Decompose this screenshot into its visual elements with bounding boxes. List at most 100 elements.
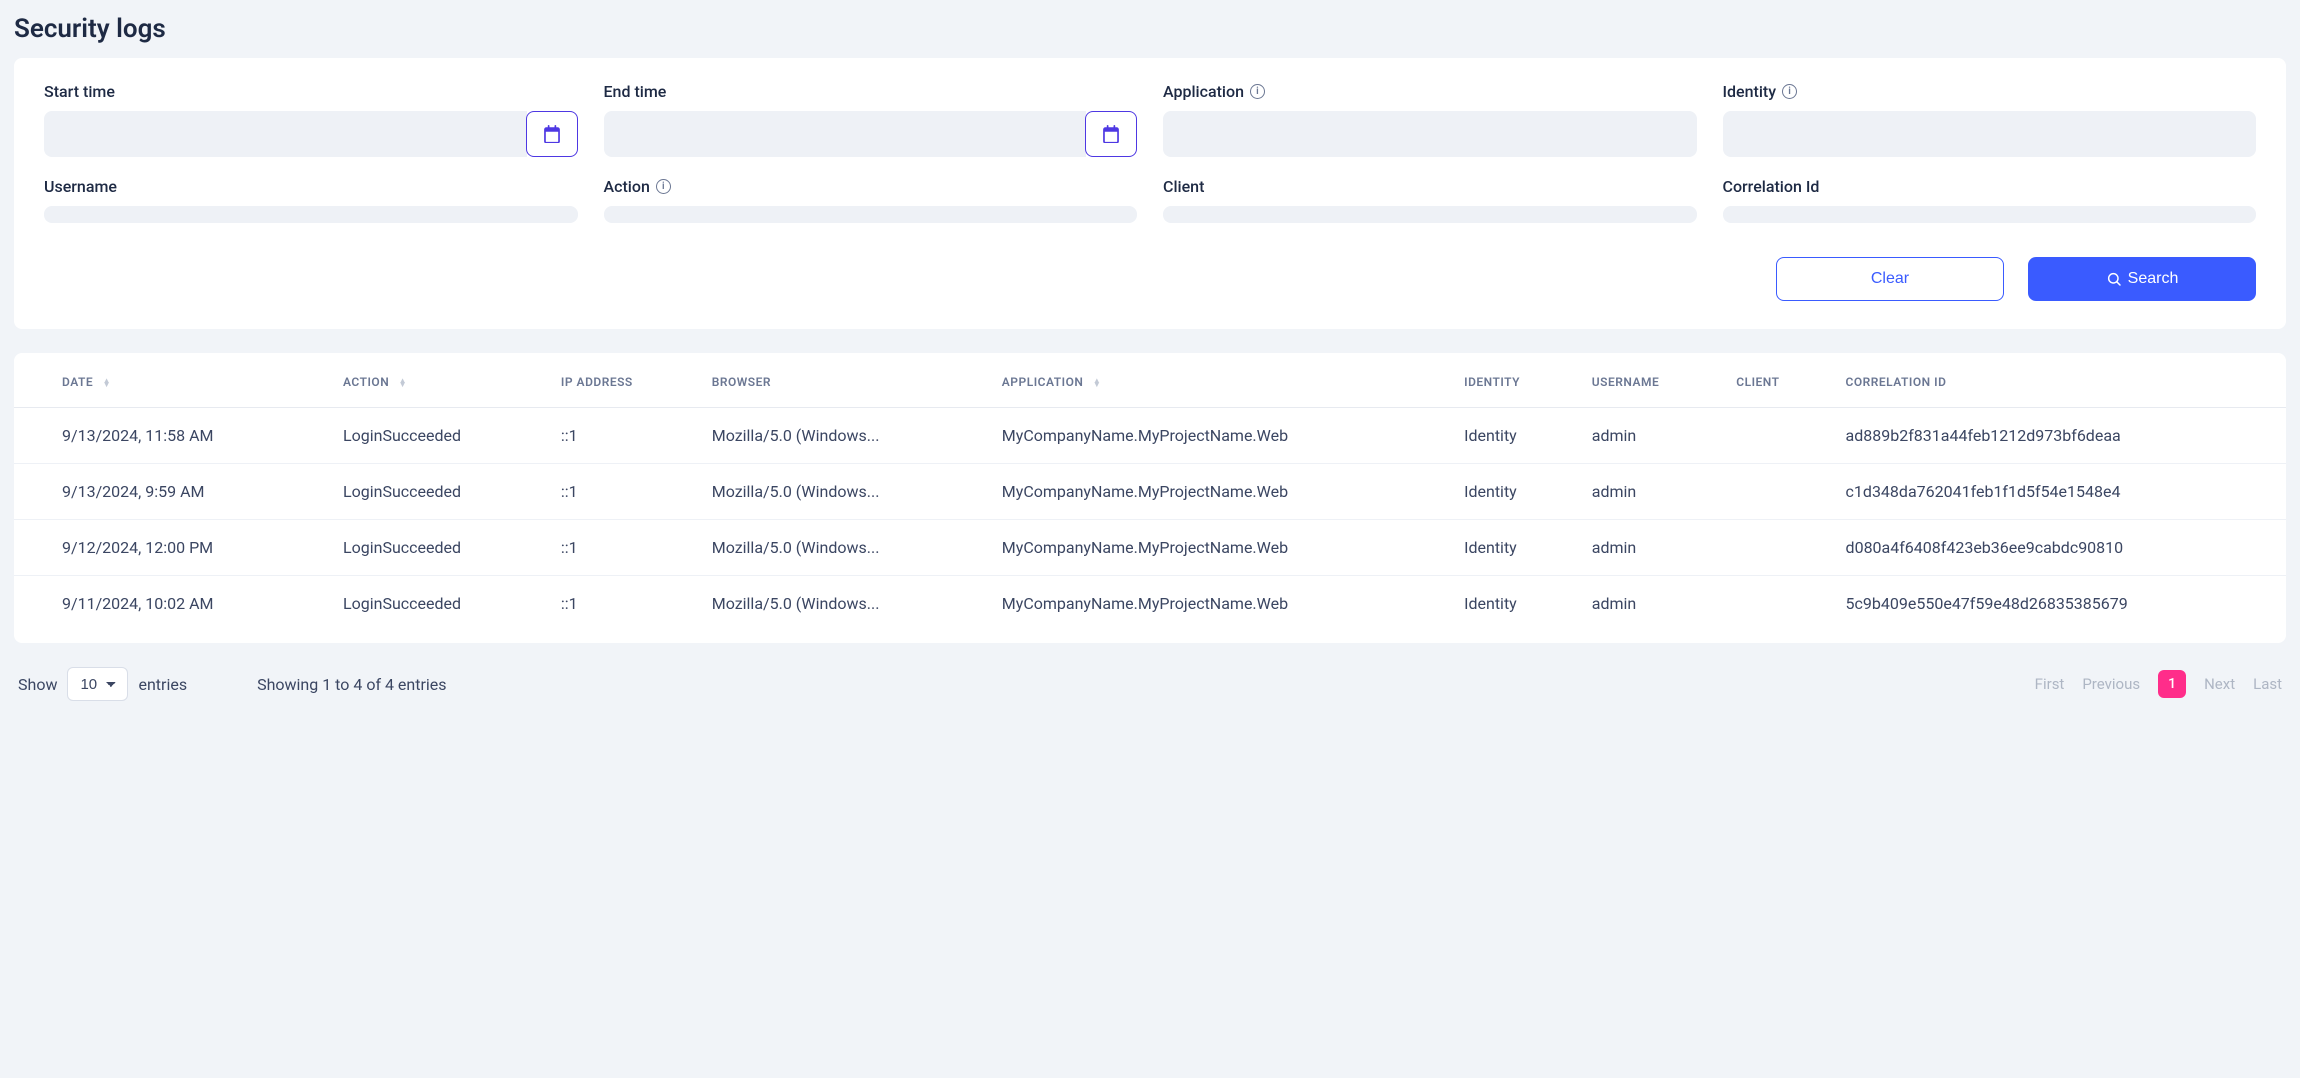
- clear-button[interactable]: Clear: [1776, 257, 2004, 301]
- cell-date: 9/13/2024, 11:58 AM: [14, 408, 327, 464]
- table-row: 9/12/2024, 12:00 PMLoginSucceeded::1Mozi…: [14, 520, 2286, 576]
- sort-icon: ▲▼: [103, 379, 111, 387]
- showing-text: Showing 1 to 4 of 4 entries: [257, 675, 446, 694]
- filters-card: Start time End time: [14, 58, 2286, 329]
- correlation-id-input[interactable]: [1723, 206, 2257, 223]
- start-time-input[interactable]: [44, 111, 527, 157]
- cell-client: [1720, 464, 1829, 520]
- cell-username: admin: [1576, 464, 1720, 520]
- calendar-icon: [1102, 125, 1120, 143]
- end-time-label: End time: [604, 82, 1138, 101]
- cell-application: MyCompanyName.MyProjectName.Web: [986, 408, 1448, 464]
- start-time-calendar-button[interactable]: [526, 111, 578, 157]
- page-title: Security logs: [14, 14, 2286, 44]
- search-button[interactable]: Search: [2028, 257, 2256, 301]
- col-client: CLIENT: [1720, 353, 1829, 408]
- pager-last[interactable]: Last: [2253, 675, 2282, 693]
- cell-action: LoginSucceeded: [327, 520, 545, 576]
- cell-username: admin: [1576, 576, 1720, 632]
- cell-client: [1720, 576, 1829, 632]
- table-row: 9/11/2024, 10:02 AMLoginSucceeded::1Mozi…: [14, 576, 2286, 632]
- col-ip-address: IP ADDRESS: [545, 353, 696, 408]
- col-action[interactable]: ACTION ▲▼: [327, 353, 545, 408]
- correlation-id-label: Correlation Id: [1723, 177, 2257, 196]
- client-label: Client: [1163, 177, 1697, 196]
- end-time-calendar-button[interactable]: [1085, 111, 1137, 157]
- pager-previous[interactable]: Previous: [2082, 675, 2140, 693]
- cell-client: [1720, 408, 1829, 464]
- page-size-select[interactable]: 10: [67, 667, 128, 701]
- cell-application: MyCompanyName.MyProjectName.Web: [986, 520, 1448, 576]
- action-input[interactable]: [604, 206, 1138, 223]
- cell-action: LoginSucceeded: [327, 464, 545, 520]
- client-input[interactable]: [1163, 206, 1697, 223]
- cell-ip: ::1: [545, 408, 696, 464]
- cell-username: admin: [1576, 520, 1720, 576]
- cell-identity: Identity: [1448, 408, 1576, 464]
- start-time-label: Start time: [44, 82, 578, 101]
- pager-current[interactable]: 1: [2158, 670, 2186, 698]
- filter-end-time: End time: [604, 82, 1138, 157]
- info-icon[interactable]: i: [656, 179, 671, 194]
- search-icon: [2106, 271, 2122, 287]
- filter-action: Action i: [604, 177, 1138, 223]
- entries-label: entries: [138, 675, 187, 694]
- cell-correlation: d080a4f6408f423eb36ee9cabdc90810: [1830, 520, 2286, 576]
- filter-identity: Identity i: [1723, 82, 2257, 157]
- filter-client: Client: [1163, 177, 1697, 223]
- action-label: Action i: [604, 177, 1138, 196]
- filter-start-time: Start time: [44, 82, 578, 157]
- col-correlation-id: CORRELATION ID: [1830, 353, 2286, 408]
- application-input[interactable]: [1163, 111, 1697, 157]
- cell-browser: Mozilla/5.0 (Windows...: [696, 576, 986, 632]
- cell-ip: ::1: [545, 576, 696, 632]
- cell-identity: Identity: [1448, 520, 1576, 576]
- cell-ip: ::1: [545, 464, 696, 520]
- pager-first[interactable]: First: [2035, 675, 2065, 693]
- cell-browser: Mozilla/5.0 (Windows...: [696, 520, 986, 576]
- security-logs-table: DATE ▲▼ ACTION ▲▼ IP ADDRESS BROWSER APP…: [14, 353, 2286, 631]
- username-label: Username: [44, 177, 578, 196]
- results-card: DATE ▲▼ ACTION ▲▼ IP ADDRESS BROWSER APP…: [14, 353, 2286, 643]
- info-icon[interactable]: i: [1250, 84, 1265, 99]
- table-row: 9/13/2024, 9:59 AMLoginSucceeded::1Mozil…: [14, 464, 2286, 520]
- cell-application: MyCompanyName.MyProjectName.Web: [986, 464, 1448, 520]
- table-row: 9/13/2024, 11:58 AMLoginSucceeded::1Mozi…: [14, 408, 2286, 464]
- filter-application: Application i: [1163, 82, 1697, 157]
- cell-identity: Identity: [1448, 576, 1576, 632]
- cell-ip: ::1: [545, 520, 696, 576]
- filter-username: Username: [44, 177, 578, 223]
- sort-icon: ▲▼: [399, 379, 407, 387]
- table-scroll-area[interactable]: DATE ▲▼ ACTION ▲▼ IP ADDRESS BROWSER APP…: [14, 353, 2286, 637]
- col-identity: IDENTITY: [1448, 353, 1576, 408]
- filter-correlation-id: Correlation Id: [1723, 177, 2257, 223]
- cell-username: admin: [1576, 408, 1720, 464]
- identity-label: Identity i: [1723, 82, 2257, 101]
- cell-action: LoginSucceeded: [327, 576, 545, 632]
- cell-client: [1720, 520, 1829, 576]
- col-username: USERNAME: [1576, 353, 1720, 408]
- pager-next[interactable]: Next: [2204, 675, 2235, 693]
- sort-icon: ▲▼: [1093, 379, 1101, 387]
- col-browser: BROWSER: [696, 353, 986, 408]
- cell-correlation: ad889b2f831a44feb1212d973bf6deaa: [1830, 408, 2286, 464]
- application-label: Application i: [1163, 82, 1697, 101]
- cell-correlation: 5c9b409e550e47f59e48d26835385679: [1830, 576, 2286, 632]
- cell-browser: Mozilla/5.0 (Windows...: [696, 408, 986, 464]
- cell-date: 9/12/2024, 12:00 PM: [14, 520, 327, 576]
- end-time-input[interactable]: [604, 111, 1087, 157]
- cell-application: MyCompanyName.MyProjectName.Web: [986, 576, 1448, 632]
- cell-date: 9/13/2024, 9:59 AM: [14, 464, 327, 520]
- cell-action: LoginSucceeded: [327, 408, 545, 464]
- cell-identity: Identity: [1448, 464, 1576, 520]
- pager: First Previous 1 Next Last: [2035, 670, 2282, 698]
- table-footer: Show 10 entries Showing 1 to 4 of 4 entr…: [14, 663, 2286, 705]
- identity-input[interactable]: [1723, 111, 2257, 157]
- info-icon[interactable]: i: [1782, 84, 1797, 99]
- username-input[interactable]: [44, 206, 578, 223]
- col-application[interactable]: APPLICATION ▲▼: [986, 353, 1448, 408]
- cell-browser: Mozilla/5.0 (Windows...: [696, 464, 986, 520]
- cell-date: 9/11/2024, 10:02 AM: [14, 576, 327, 632]
- col-date[interactable]: DATE ▲▼: [14, 353, 327, 408]
- calendar-icon: [543, 125, 561, 143]
